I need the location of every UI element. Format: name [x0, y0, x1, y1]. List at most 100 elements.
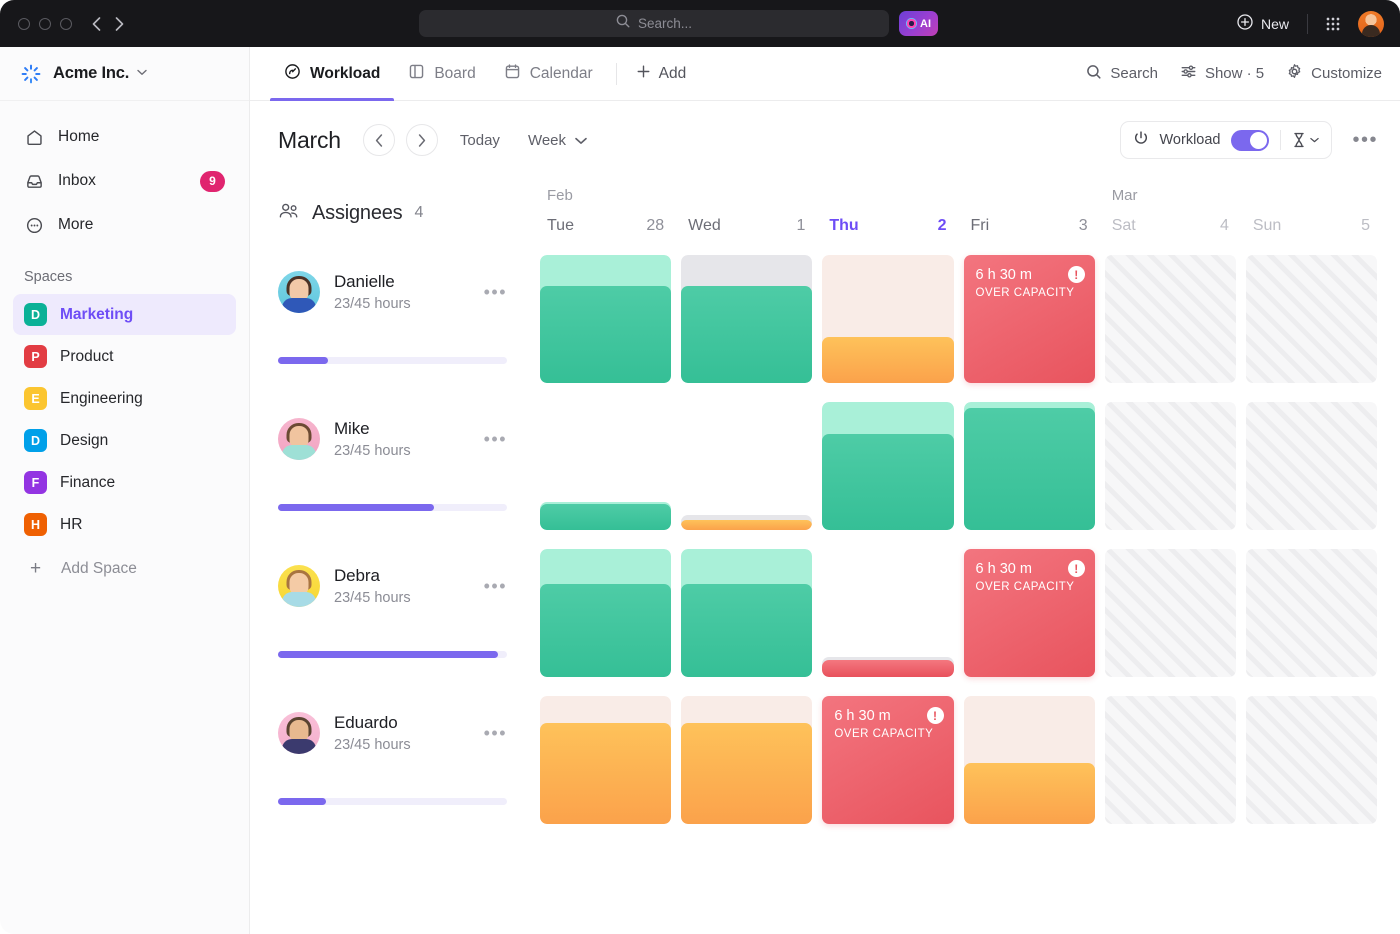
assignee-hours: 23/45 hours [334, 443, 411, 459]
today-button[interactable]: Today [460, 132, 500, 149]
assignee-cell-eduardo: Eduardo 23/45 hours ••• [250, 688, 535, 835]
space-avatar-hr: H [24, 513, 47, 536]
time-unit-dropdown[interactable] [1292, 132, 1320, 148]
sidebar-item-design[interactable]: D Design [13, 420, 236, 461]
close-icon[interactable] [18, 17, 30, 30]
workload-cell[interactable] [959, 394, 1100, 541]
workload-cell[interactable] [959, 688, 1100, 835]
sidebar-item-finance[interactable]: F Finance [13, 462, 236, 503]
new-button[interactable]: New [1237, 14, 1307, 33]
workload-cell-over-capacity[interactable]: 6 h 30 m ! OVER CAPACITY [959, 247, 1100, 394]
workload-cell-weekend[interactable] [1100, 541, 1241, 688]
sidebar-item-engineering[interactable]: E Engineering [13, 378, 236, 419]
workload-cell[interactable] [817, 247, 958, 394]
next-period-button[interactable] [405, 124, 438, 156]
tab-workload[interactable]: Workload [270, 47, 395, 101]
workload-cell-weekend[interactable] [1241, 247, 1382, 394]
date-column-wed[interactable]: Wed 1 [676, 179, 817, 247]
assignee-hours: 23/45 hours [334, 296, 411, 312]
sidebar: Acme Inc. Home Inbox 9 More Spaces D Mar… [0, 47, 250, 934]
forward-icon[interactable] [115, 16, 124, 31]
workload-cell[interactable] [676, 247, 817, 394]
workload-cell-weekend[interactable] [1241, 394, 1382, 541]
date-column-dow: Wed [688, 217, 721, 234]
date-column-dow: Sun [1252, 217, 1282, 234]
sidebar-item-marketing[interactable]: D Marketing [13, 294, 236, 335]
window-traffic-lights[interactable] [18, 17, 72, 30]
maximize-icon[interactable] [60, 17, 72, 30]
assignee-cell-mike: Mike 23/45 hours ••• [250, 394, 535, 541]
range-select[interactable]: Week [528, 132, 587, 149]
workspace-name: Acme Inc. [53, 64, 130, 82]
more-icon [24, 216, 44, 235]
workload-cell[interactable] [535, 541, 676, 688]
tab-calendar-label: Calendar [529, 64, 593, 82]
sidebar-item-home[interactable]: Home [13, 115, 236, 159]
tab-calendar[interactable]: Calendar [490, 47, 607, 101]
sidebar-item-more[interactable]: More [13, 203, 236, 247]
ai-label: AI [920, 17, 931, 30]
history-nav[interactable] [92, 16, 124, 31]
assignee-name: Eduardo [334, 713, 398, 732]
workload-cell[interactable] [676, 541, 817, 688]
date-column-fri[interactable]: Fri 3 [959, 179, 1100, 247]
sidebar-item-inbox[interactable]: Inbox 9 [13, 159, 236, 203]
customize-button[interactable]: Customize [1286, 63, 1382, 84]
workload-cell-weekend[interactable] [1241, 688, 1382, 835]
avatar[interactable] [278, 712, 320, 754]
workload-toggle-switch[interactable] [1231, 129, 1270, 151]
workload-cell[interactable] [817, 541, 958, 688]
row-options-button[interactable]: ••• [484, 723, 507, 744]
back-icon[interactable] [92, 16, 101, 31]
workload-cell-weekend[interactable] [1241, 541, 1382, 688]
workload-cell-over-capacity[interactable]: 6 h 30 m ! OVER CAPACITY [959, 541, 1100, 688]
row-options-button[interactable]: ••• [484, 282, 507, 303]
toolbar-pill-divider [1280, 130, 1282, 150]
apps-grid-button[interactable] [1308, 16, 1358, 31]
date-column-thu[interactable]: Thu 2 [817, 179, 958, 247]
add-view-button[interactable]: Add [626, 64, 697, 84]
show-filter-button[interactable]: Show · 5 [1180, 63, 1264, 84]
tab-board[interactable]: Board [394, 47, 489, 101]
workload-toggle-group: Workload [1119, 121, 1333, 159]
over-capacity-label: OVER CAPACITY [975, 581, 1075, 593]
workload-cell[interactable] [676, 394, 817, 541]
prev-period-button[interactable] [362, 124, 395, 156]
global-search-input[interactable]: Search... [419, 10, 889, 37]
show-filter-label: Show · 5 [1204, 65, 1265, 82]
avatar[interactable] [278, 271, 320, 313]
sidebar-item-hr[interactable]: H HR [13, 504, 236, 545]
workload-cell-weekend[interactable] [1100, 247, 1241, 394]
workload-toggle-label: Workload [1159, 132, 1221, 148]
row-options-button[interactable]: ••• [484, 576, 507, 597]
minimize-icon[interactable] [39, 17, 51, 30]
date-column-sun[interactable]: Sun 5 [1241, 179, 1382, 247]
ai-button[interactable]: AI [899, 11, 938, 36]
avatar[interactable] [278, 418, 320, 460]
sidebar-item-design-label: Design [60, 431, 109, 449]
workload-cell[interactable] [676, 688, 817, 835]
table-row: Eduardo 23/45 hours ••• 6 h 30 m ! OVER … [250, 688, 1400, 835]
workspace-switcher[interactable]: Acme Inc. [0, 47, 249, 101]
user-avatar[interactable] [1358, 10, 1384, 37]
date-column-tue[interactable]: Feb Tue 28 [535, 179, 676, 247]
workload-cell[interactable] [535, 247, 676, 394]
workload-cell-weekend[interactable] [1100, 394, 1241, 541]
workload-cell[interactable] [535, 688, 676, 835]
assignee-hours: 23/45 hours [334, 590, 411, 606]
add-space-button[interactable]: + Add Space [13, 548, 236, 589]
row-options-button[interactable]: ••• [484, 429, 507, 450]
sidebar-item-product[interactable]: P Product [13, 336, 236, 377]
avatar[interactable] [278, 565, 320, 607]
workload-cell[interactable] [535, 394, 676, 541]
workload-cell-over-capacity[interactable]: 6 h 30 m ! OVER CAPACITY [817, 688, 958, 835]
view-search-button[interactable]: Search [1086, 64, 1158, 84]
plus-icon [636, 64, 651, 84]
sidebar-item-inbox-label: Inbox [58, 172, 96, 189]
workload-cell-weekend[interactable] [1100, 688, 1241, 835]
date-column-sat[interactable]: Mar Sat 4 [1100, 179, 1241, 247]
date-column-day: 5 [1361, 217, 1371, 234]
view-bar-actions: Search Show · 5 Customize [1086, 63, 1382, 84]
workload-cell[interactable] [817, 394, 958, 541]
more-options-button[interactable]: ••• [1348, 129, 1382, 152]
